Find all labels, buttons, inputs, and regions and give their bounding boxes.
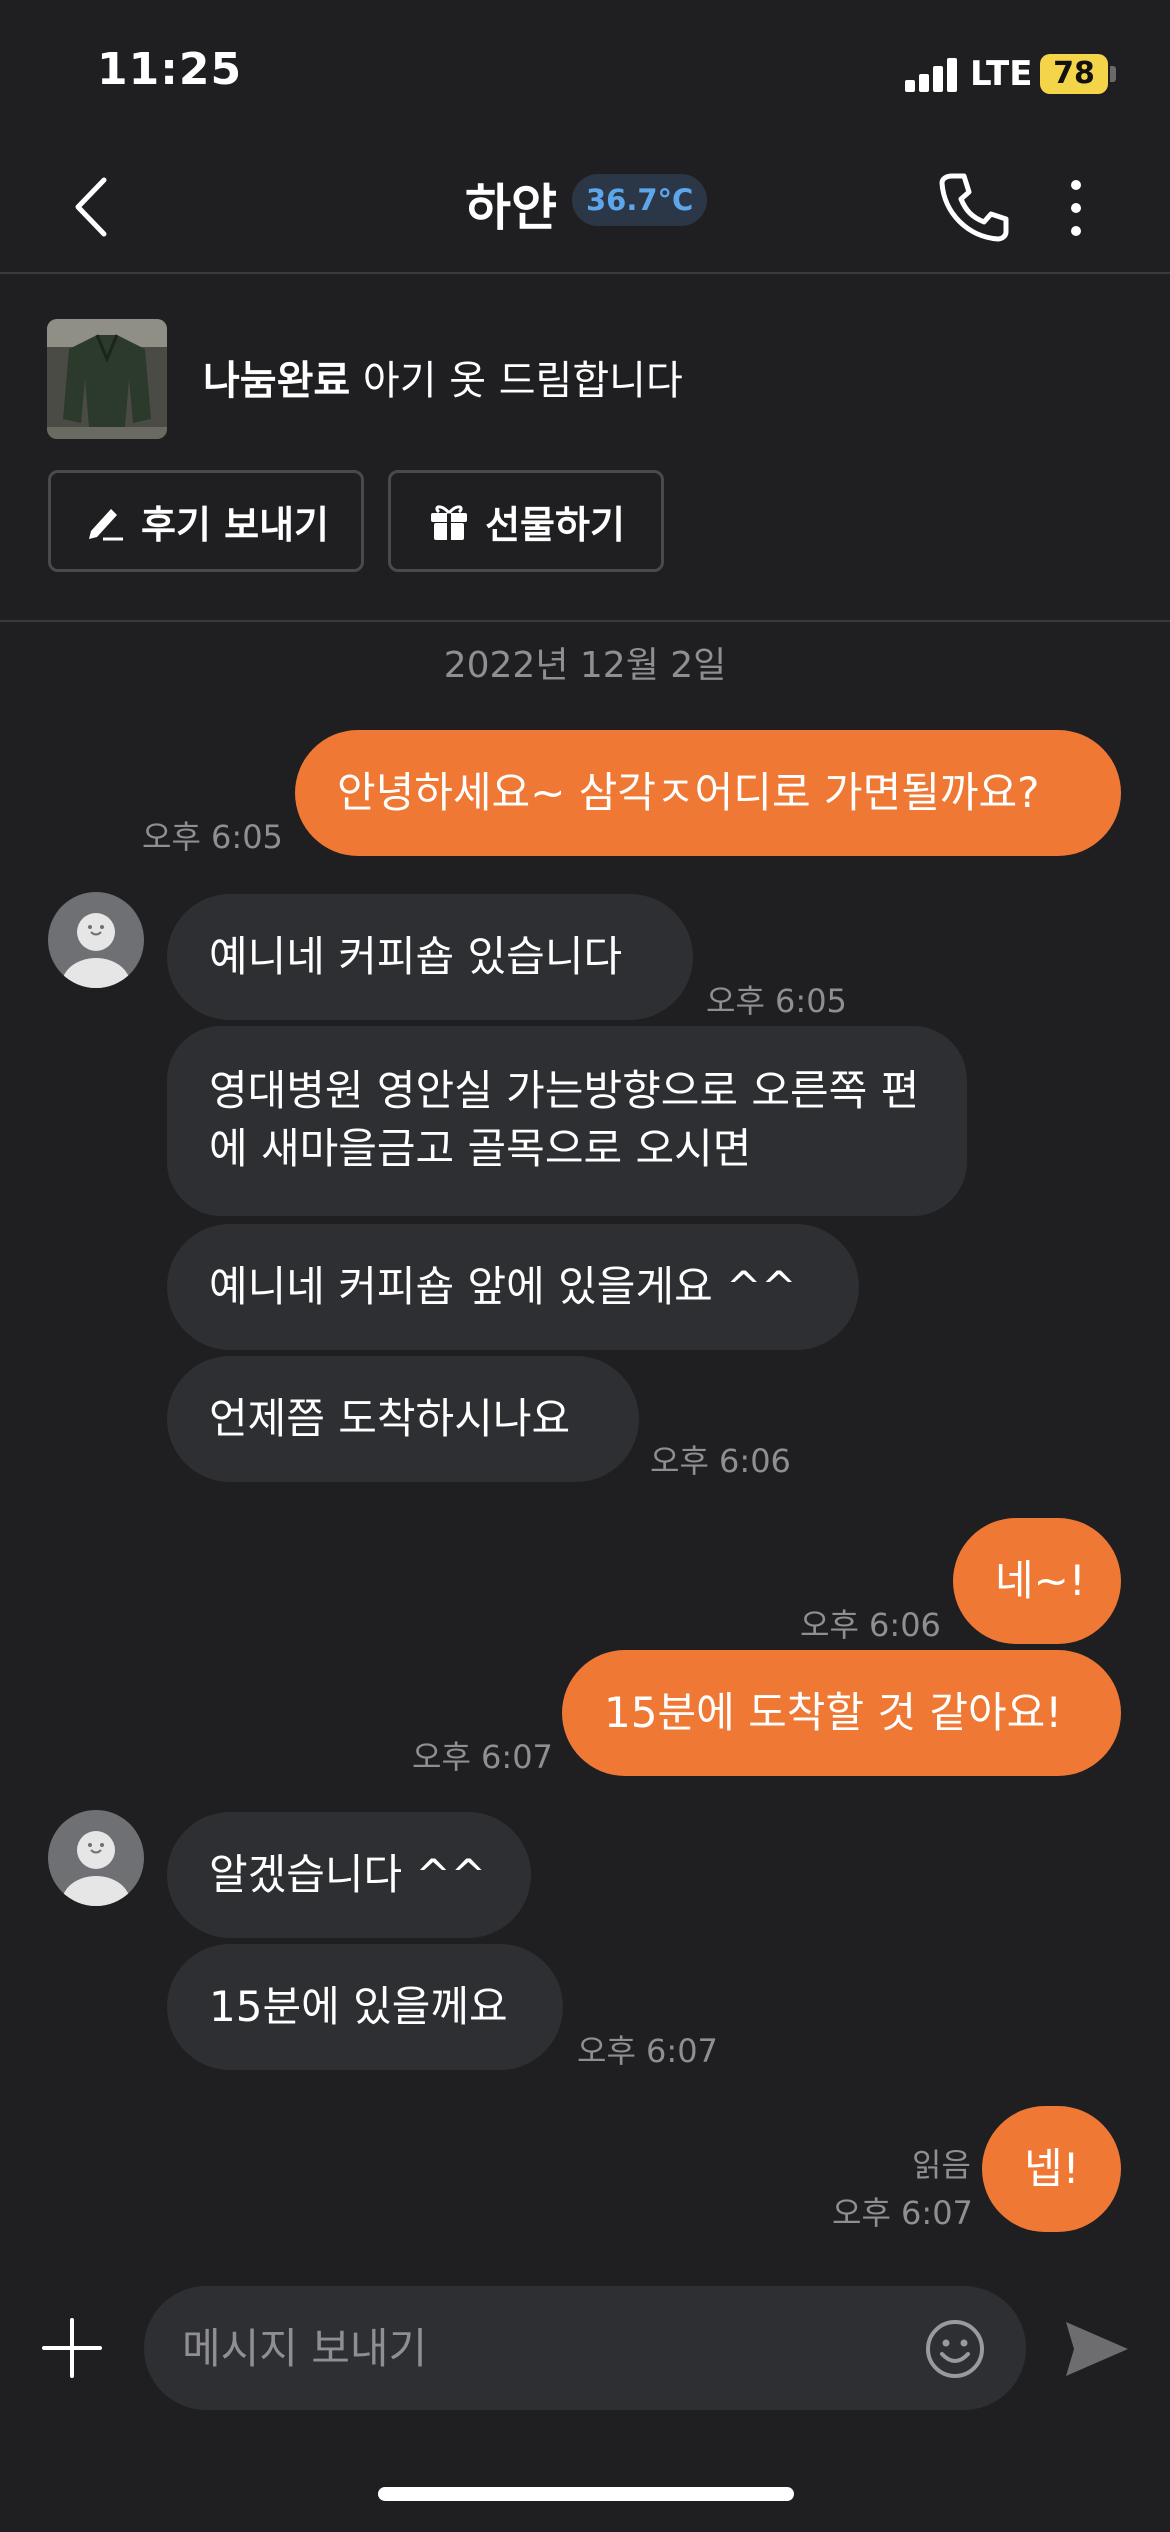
battery-tip	[1110, 66, 1116, 82]
home-indicator[interactable]	[378, 2487, 794, 2501]
product-title: 아기 옷 드림합니다	[362, 358, 683, 404]
phone-icon	[939, 173, 1009, 242]
incoming-message-bubble[interactable]: 언제쯤 도착하시나요	[167, 1356, 639, 1482]
chevron-left-icon	[75, 177, 107, 237]
partner-name: 하얀	[465, 179, 557, 237]
message-input-container	[144, 2286, 1026, 2410]
emoji-button[interactable]	[924, 2318, 986, 2380]
message-timestamp: 오후 6:07	[832, 2194, 973, 2232]
chat-header: 하얀 36.7°C	[0, 140, 1170, 274]
incoming-message-bubble[interactable]: 영대병원 영안실 가는방향으로 오른쪽 편에 새마을금고 골목으로 오시면	[167, 1026, 967, 1216]
send-gift-label: 선물하기	[485, 502, 625, 547]
status-time: 11:25	[97, 44, 243, 95]
more-dot-icon	[1071, 203, 1081, 213]
plus-icon	[42, 2318, 102, 2378]
call-button[interactable]	[936, 170, 1010, 244]
message-input[interactable]	[182, 2286, 882, 2410]
outgoing-message-bubble[interactable]: 넵!	[982, 2106, 1121, 2232]
pencil-icon	[88, 509, 123, 541]
message-timestamp: 오후 6:07	[412, 1738, 553, 1776]
product-title-line[interactable]: 나눔완료 아기 옷 드림합니다	[203, 348, 683, 406]
status-bar: 11:25 LTE 78	[0, 0, 1170, 140]
send-review-label: 후기 보내기	[140, 502, 330, 547]
message-timestamp: 오후 6:07	[577, 2032, 718, 2070]
send-icon	[1066, 2322, 1128, 2376]
message-timestamp: 오후 6:06	[800, 1606, 941, 1644]
manner-temperature-badge: 36.7°C	[572, 174, 708, 226]
incoming-message-bubble[interactable]: 15분에 있을께요	[167, 1944, 563, 2070]
send-button[interactable]	[1062, 2316, 1130, 2382]
send-review-button[interactable]: 후기 보내기	[48, 470, 364, 572]
product-status: 나눔완료	[203, 358, 351, 404]
signal-icon	[905, 58, 957, 92]
send-gift-button[interactable]: 선물하기	[388, 470, 664, 572]
smiley-icon	[926, 2320, 984, 2378]
baby-clothes-image	[47, 319, 167, 439]
outgoing-message-bubble[interactable]: 15분에 도착할 것 같아요!	[562, 1650, 1121, 1776]
message-timestamp: 오후 6:05	[142, 818, 283, 856]
partner-avatar[interactable]	[48, 892, 144, 988]
outgoing-message-bubble[interactable]: 네~!	[953, 1518, 1121, 1644]
back-button[interactable]	[60, 172, 130, 242]
outgoing-message-bubble[interactable]: 안녕하세요~ 삼각ㅈ어디로 가면될까요?	[295, 730, 1121, 856]
more-dot-icon	[1071, 226, 1081, 236]
message-timestamp: 오후 6:06	[650, 1442, 791, 1480]
more-dot-icon	[1071, 180, 1081, 190]
date-separator: 2022년 12월 2일	[443, 645, 727, 686]
incoming-message-bubble[interactable]: 예니네 커피숍 앞에 있을게요 ^^	[167, 1224, 859, 1350]
battery-icon: 78	[1040, 54, 1108, 94]
network-label: LTE	[970, 54, 1033, 94]
message-timestamp: 오후 6:05	[706, 982, 847, 1020]
more-options-button[interactable]	[1056, 176, 1096, 240]
incoming-message-bubble[interactable]: 예니네 커피숍 있습니다	[167, 894, 693, 1020]
gift-icon	[431, 505, 468, 540]
incoming-message-bubble[interactable]: 알겠습니다 ^^	[167, 1812, 531, 1938]
attach-button[interactable]	[40, 2316, 104, 2380]
read-receipt: 읽음	[912, 2146, 971, 2184]
default-profile-icon	[62, 1831, 130, 1906]
default-profile-icon	[62, 913, 130, 988]
product-info-bar: 나눔완료 아기 옷 드림합니다 후기 보내기 선물하기	[0, 276, 1170, 622]
partner-avatar[interactable]	[48, 1810, 144, 1906]
product-thumbnail[interactable]	[47, 319, 167, 439]
